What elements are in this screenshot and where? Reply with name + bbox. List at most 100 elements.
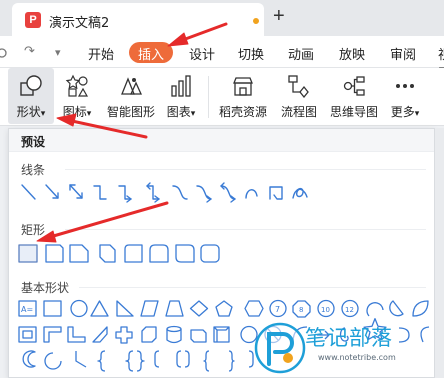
more-icon — [396, 84, 414, 88]
curved-connector-shape-icon[interactable] — [172, 185, 188, 200]
more-button[interactable]: 更多▾ — [385, 68, 425, 124]
left-brace-shape-icon[interactable] — [97, 350, 106, 372]
double-arrow-line-shape-icon[interactable] — [69, 184, 83, 199]
half-frame-shape-icon[interactable] — [43, 326, 62, 343]
svg-text:8: 8 — [299, 306, 303, 314]
decagon-shape-icon[interactable]: 10 — [317, 299, 335, 318]
menu-design[interactable]: 设计 — [189, 44, 215, 63]
curve-shape-icon[interactable] — [245, 189, 258, 199]
rectangle-section-label: 矩形 — [21, 223, 46, 237]
mindmap-button[interactable]: 思维导图 — [326, 68, 382, 124]
menu-review[interactable]: 审阅 — [390, 44, 416, 63]
tab-bar: P 演示文稿2 + — [0, 0, 444, 36]
document-tab[interactable]: P 演示文稿2 — [12, 3, 264, 36]
lines-section-divider — [65, 169, 426, 170]
docer-resource-button[interactable]: 稻壳资源 — [214, 68, 272, 124]
undo-icon[interactable] — [0, 47, 8, 59]
svg-text:7: 7 — [275, 305, 280, 314]
elbow-arc-shape-icon[interactable] — [75, 351, 87, 368]
freeform-shape-icon[interactable] — [269, 186, 283, 200]
basic-shapes-divider — [79, 287, 426, 288]
double-bracket-shape-icon[interactable] — [176, 350, 190, 368]
double-brace-shape-icon[interactable] — [125, 350, 145, 372]
diamond-shape-icon[interactable] — [189, 300, 209, 317]
diagonal-stripe-shape-icon[interactable] — [92, 326, 108, 343]
presentation-logo-icon: P — [25, 12, 41, 28]
chart-icon — [171, 75, 191, 97]
bevel-shape-icon[interactable] — [213, 326, 230, 343]
arrow-line-shape-icon[interactable] — [45, 184, 59, 199]
pentagon-shape-icon[interactable] — [215, 300, 233, 317]
oval-shape-icon[interactable] — [70, 299, 88, 318]
rectangle-shape-icon[interactable] — [18, 244, 38, 263]
teardrop-shape-icon[interactable] — [412, 300, 429, 317]
elbow-connector-shape-icon[interactable] — [93, 185, 107, 200]
line-shape-icon[interactable] — [21, 184, 36, 200]
dodecagon-shape-icon[interactable]: 12 — [341, 299, 359, 318]
rectangle-basic-icon[interactable] — [43, 300, 62, 317]
can-shape-icon[interactable] — [166, 325, 182, 344]
curved-double-arrow-shape-icon[interactable] — [220, 182, 236, 203]
preset-header: 预设 — [9, 129, 434, 152]
icons-button[interactable]: 图标▾ — [57, 68, 97, 124]
docer-resource-icon — [233, 77, 253, 96]
ribbon-menu-row: ↷ ▾ 开始 插入 设计 切换 动画 放映 审阅 视图 — [0, 36, 444, 82]
pie-shape-icon[interactable] — [366, 302, 384, 317]
shapes-dropdown-icon: ▾ — [40, 109, 46, 119]
smart-art-button[interactable]: 智能图形 — [103, 68, 159, 124]
curved-arrow-connector-shape-icon[interactable] — [196, 185, 212, 203]
left-brace-alt-shape-icon[interactable] — [203, 350, 210, 372]
icons-icon — [65, 74, 89, 97]
scribble-shape-icon[interactable] — [292, 187, 308, 199]
trapezoid-shape-icon[interactable] — [165, 300, 184, 317]
shapes-label: 形状 — [16, 105, 41, 119]
menu-home[interactable]: 开始 — [88, 44, 114, 63]
mindmap-icon — [343, 76, 365, 96]
shapes-button[interactable]: 形状▾ — [8, 68, 54, 124]
elbow-arrow-connector-shape-icon[interactable] — [118, 185, 132, 203]
cube-shape-icon[interactable] — [190, 329, 207, 343]
snip-diagonal-rectangle-icon[interactable] — [69, 244, 89, 263]
right-brace-shape-icon[interactable] — [228, 350, 235, 372]
chart-button[interactable]: 图表▾ — [162, 68, 200, 124]
heptagon-shape-icon[interactable]: 7 — [269, 299, 287, 318]
crescent-shape-icon[interactable] — [22, 350, 36, 368]
watermark-text: 笔记部落 — [305, 326, 393, 350]
round-diagonal-rectangle-icon[interactable] — [175, 244, 195, 263]
round-top-rectangle-icon[interactable] — [149, 244, 169, 263]
basic-shapes-section-label: 基本形状 — [21, 281, 70, 295]
quick-access-dropdown-icon[interactable]: ▾ — [55, 46, 61, 59]
menu-insert[interactable]: 插入 — [129, 42, 174, 63]
rounded-rectangle-icon[interactable] — [200, 244, 220, 263]
round-corner-rectangle-icon[interactable] — [124, 244, 143, 263]
snip-corner-rectangle-icon[interactable] — [45, 244, 64, 263]
plus-cross-shape-icon[interactable] — [115, 326, 133, 344]
snip-opposite-rectangle-icon[interactable] — [99, 244, 116, 263]
hexagon-shape-icon[interactable] — [244, 300, 264, 317]
flowchart-label: 流程图 — [280, 105, 317, 119]
triangle-shape-icon[interactable] — [90, 300, 109, 317]
left-bracket-shape-icon[interactable] — [154, 350, 160, 368]
docer-resource-label: 稻壳资源 — [218, 105, 267, 119]
flowchart-button[interactable]: 流程图 — [276, 68, 322, 124]
chord-shape-icon[interactable] — [389, 300, 404, 317]
arc-open-shape-icon[interactable] — [44, 352, 62, 370]
svg-text:10: 10 — [321, 306, 330, 314]
menu-animations[interactable]: 动画 — [288, 44, 314, 63]
menu-slideshow[interactable]: 放映 — [339, 44, 365, 63]
l-shape-icon[interactable] — [67, 326, 86, 343]
octagon-shape-icon[interactable]: 8 — [292, 300, 311, 318]
svg-text:12: 12 — [345, 306, 354, 314]
redo-icon[interactable]: ↷ — [24, 44, 35, 59]
chart-label: 图表 — [166, 105, 191, 119]
right-triangle-shape-icon[interactable] — [116, 300, 134, 317]
menu-transitions[interactable]: 切换 — [238, 44, 264, 63]
elbow-double-arrow-shape-icon[interactable] — [146, 182, 160, 203]
text-box-shape-icon[interactable]: A= — [18, 300, 37, 317]
frame-shape-icon[interactable] — [18, 326, 37, 343]
more-label: 更多 — [390, 105, 415, 119]
plaque-shape-icon[interactable] — [141, 326, 157, 343]
parallelogram-shape-icon[interactable] — [140, 300, 159, 317]
watermark: 笔记部落 www.notetribe.com — [250, 318, 444, 378]
new-tab-button[interactable]: + — [273, 6, 285, 26]
